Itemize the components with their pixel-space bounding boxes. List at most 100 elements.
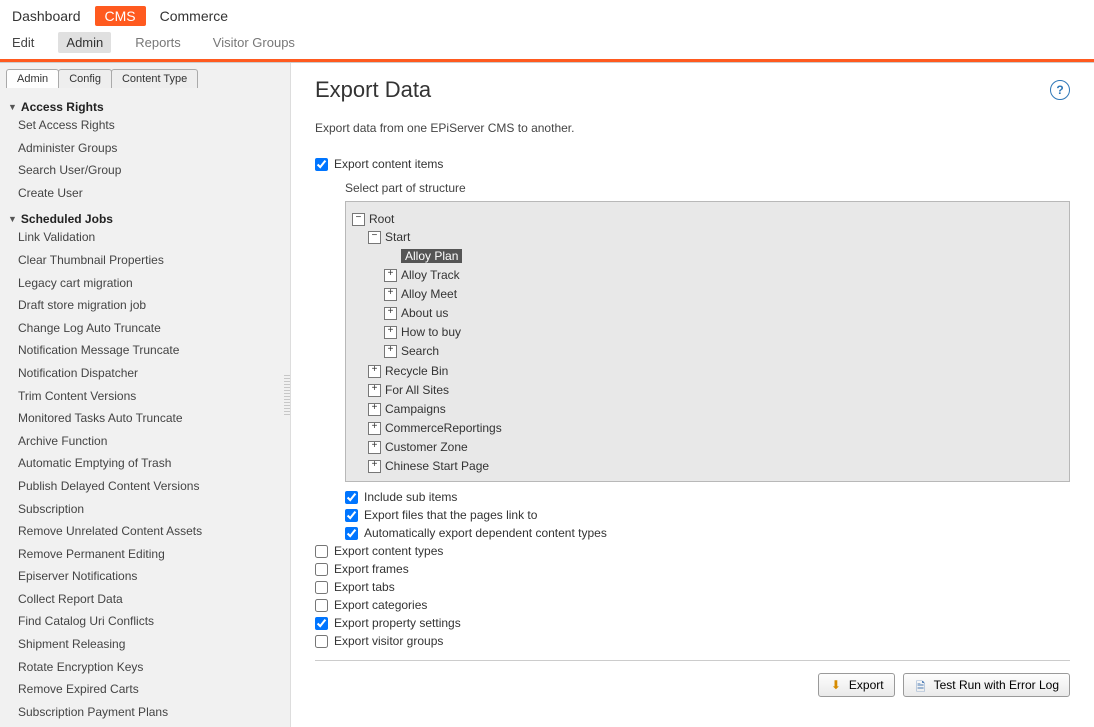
export-option-checkbox[interactable]: [315, 545, 328, 558]
sidebar-resize-handle[interactable]: [284, 375, 290, 415]
sidebar-section-scheduled-jobs[interactable]: Scheduled Jobs: [8, 212, 282, 226]
help-icon[interactable]: ?: [1050, 80, 1070, 100]
sidebar-link[interactable]: Legacy cart migration: [8, 272, 282, 295]
tree-node-label[interactable]: Chinese Start Page: [385, 459, 489, 473]
expand-icon[interactable]: +: [368, 460, 381, 473]
sidebar-link[interactable]: Subscription Payment Plans: [8, 701, 282, 724]
sub-nav-item-visitor-groups[interactable]: Visitor Groups: [205, 32, 303, 53]
collapse-icon[interactable]: −: [352, 213, 365, 226]
sub-nav-item-admin[interactable]: Admin: [58, 32, 111, 53]
sub-option[interactable]: Include sub items: [345, 490, 1070, 504]
sidebar-link[interactable]: Search User/Group: [8, 159, 282, 182]
expand-icon[interactable]: +: [368, 422, 381, 435]
tree-node-label[interactable]: For All Sites: [385, 383, 449, 397]
tree-node-label[interactable]: Alloy Track: [401, 268, 460, 282]
export-content-items-checkbox[interactable]: [315, 158, 328, 171]
export-option[interactable]: Export categories: [315, 598, 1070, 612]
tree-node[interactable]: −Root: [352, 212, 394, 226]
tree-node[interactable]: + Campaigns: [368, 402, 446, 416]
sub-option[interactable]: Export files that the pages link to: [345, 508, 1070, 522]
tree-node-label[interactable]: How to buy: [401, 325, 461, 339]
sidebar-link[interactable]: Remove Unrelated Content Assets: [8, 520, 282, 543]
sidebar-link[interactable]: Change Log Auto Truncate: [8, 317, 282, 340]
top-nav-item-dashboard[interactable]: Dashboard: [12, 8, 81, 24]
sidebar-tab-content-type[interactable]: Content Type: [111, 69, 198, 88]
sidebar-link[interactable]: Set Access Rights: [8, 114, 282, 137]
export-option[interactable]: Export visitor groups: [315, 634, 1070, 648]
tree-node[interactable]: Alloy Plan: [384, 249, 462, 263]
sub-nav-item-edit[interactable]: Edit: [12, 32, 42, 53]
sidebar-link[interactable]: Collect Report Data: [8, 588, 282, 611]
tree-node-label[interactable]: Recycle Bin: [385, 364, 448, 378]
expand-icon[interactable]: +: [368, 403, 381, 416]
tree-node-label[interactable]: CommerceReportings: [385, 421, 502, 435]
tree-node[interactable]: −Start: [368, 230, 410, 244]
sub-option[interactable]: Automatically export dependent content t…: [345, 526, 1070, 540]
tree-node[interactable]: +Customer Zone: [368, 440, 468, 454]
expand-icon[interactable]: +: [384, 288, 397, 301]
sidebar-link[interactable]: Trim Content Versions: [8, 385, 282, 408]
sidebar-link[interactable]: Remove Expired Carts: [8, 678, 282, 701]
sub-option-checkbox[interactable]: [345, 491, 358, 504]
tree-node-label[interactable]: Root: [369, 212, 394, 226]
export-option-checkbox[interactable]: [315, 635, 328, 648]
expand-icon[interactable]: +: [368, 384, 381, 397]
sidebar-link[interactable]: Shipment Releasing: [8, 633, 282, 656]
sidebar-link[interactable]: Create User: [8, 182, 282, 205]
sidebar-link[interactable]: Publish Delayed Content Versions: [8, 475, 282, 498]
tree-node[interactable]: + CommerceReportings: [368, 421, 502, 435]
export-option-checkbox[interactable]: [315, 563, 328, 576]
tree-node-label[interactable]: Campaigns: [385, 402, 446, 416]
export-option-checkbox[interactable]: [315, 581, 328, 594]
sidebar-section-access-rights[interactable]: Access Rights: [8, 100, 282, 114]
tree-node-label[interactable]: Alloy Plan: [401, 249, 462, 263]
sidebar-link[interactable]: Monitored Tasks Auto Truncate: [8, 407, 282, 430]
sidebar-link[interactable]: Automatic Emptying of Trash: [8, 452, 282, 475]
tree-node[interactable]: + Search: [384, 344, 439, 358]
sidebar-link[interactable]: Remove Permanent Editing: [8, 543, 282, 566]
tree-node[interactable]: + About us: [384, 306, 448, 320]
tree-node-label[interactable]: Search: [401, 344, 439, 358]
tree-node[interactable]: + Chinese Start Page: [368, 459, 489, 473]
sub-option-checkbox[interactable]: [345, 527, 358, 540]
expand-icon[interactable]: +: [368, 441, 381, 454]
tree-node[interactable]: + Alloy Meet: [384, 287, 457, 301]
sidebar-link[interactable]: Episerver Notifications: [8, 565, 282, 588]
expand-icon[interactable]: +: [384, 307, 397, 320]
tree-node-label[interactable]: Start: [385, 230, 410, 244]
tree-node[interactable]: +Recycle Bin: [368, 364, 448, 378]
sidebar-tab-admin[interactable]: Admin: [6, 69, 59, 88]
tree-node-label[interactable]: Alloy Meet: [401, 287, 457, 301]
sidebar-tab-config[interactable]: Config: [58, 69, 112, 88]
sidebar-link[interactable]: Notification Dispatcher: [8, 362, 282, 385]
expand-icon[interactable]: +: [384, 326, 397, 339]
test-run-button[interactable]: Test Run with Error Log: [903, 673, 1070, 697]
export-option[interactable]: Export content types: [315, 544, 1070, 558]
export-button[interactable]: Export: [818, 673, 895, 697]
export-option-checkbox[interactable]: [315, 599, 328, 612]
sidebar-link[interactable]: Subscription: [8, 498, 282, 521]
export-option[interactable]: Export frames: [315, 562, 1070, 576]
export-content-items-option[interactable]: Export content items: [315, 157, 1070, 171]
top-nav-item-cms[interactable]: CMS: [95, 6, 146, 26]
export-option[interactable]: Export tabs: [315, 580, 1070, 594]
sidebar-link[interactable]: Find Catalog Uri Conflicts: [8, 610, 282, 633]
tree-node[interactable]: + How to buy: [384, 325, 461, 339]
collapse-icon[interactable]: −: [368, 231, 381, 244]
expand-icon[interactable]: +: [384, 269, 397, 282]
expand-icon[interactable]: +: [384, 345, 397, 358]
tree-node[interactable]: + Alloy Track: [384, 268, 460, 282]
sub-option-checkbox[interactable]: [345, 509, 358, 522]
export-option[interactable]: Export property settings: [315, 616, 1070, 630]
sidebar-link[interactable]: Rotate Encryption Keys: [8, 656, 282, 679]
tree-node-label[interactable]: About us: [401, 306, 448, 320]
sidebar-link[interactable]: Administer Groups: [8, 137, 282, 160]
sidebar-link[interactable]: Clear Thumbnail Properties: [8, 249, 282, 272]
tree-node[interactable]: + For All Sites: [368, 383, 449, 397]
export-option-checkbox[interactable]: [315, 617, 328, 630]
sidebar-link[interactable]: Notification Message Truncate: [8, 339, 282, 362]
sidebar-link[interactable]: Archive Function: [8, 430, 282, 453]
top-nav-item-commerce[interactable]: Commerce: [160, 8, 228, 24]
sidebar-link[interactable]: Draft store migration job: [8, 294, 282, 317]
sub-nav-item-reports[interactable]: Reports: [127, 32, 189, 53]
